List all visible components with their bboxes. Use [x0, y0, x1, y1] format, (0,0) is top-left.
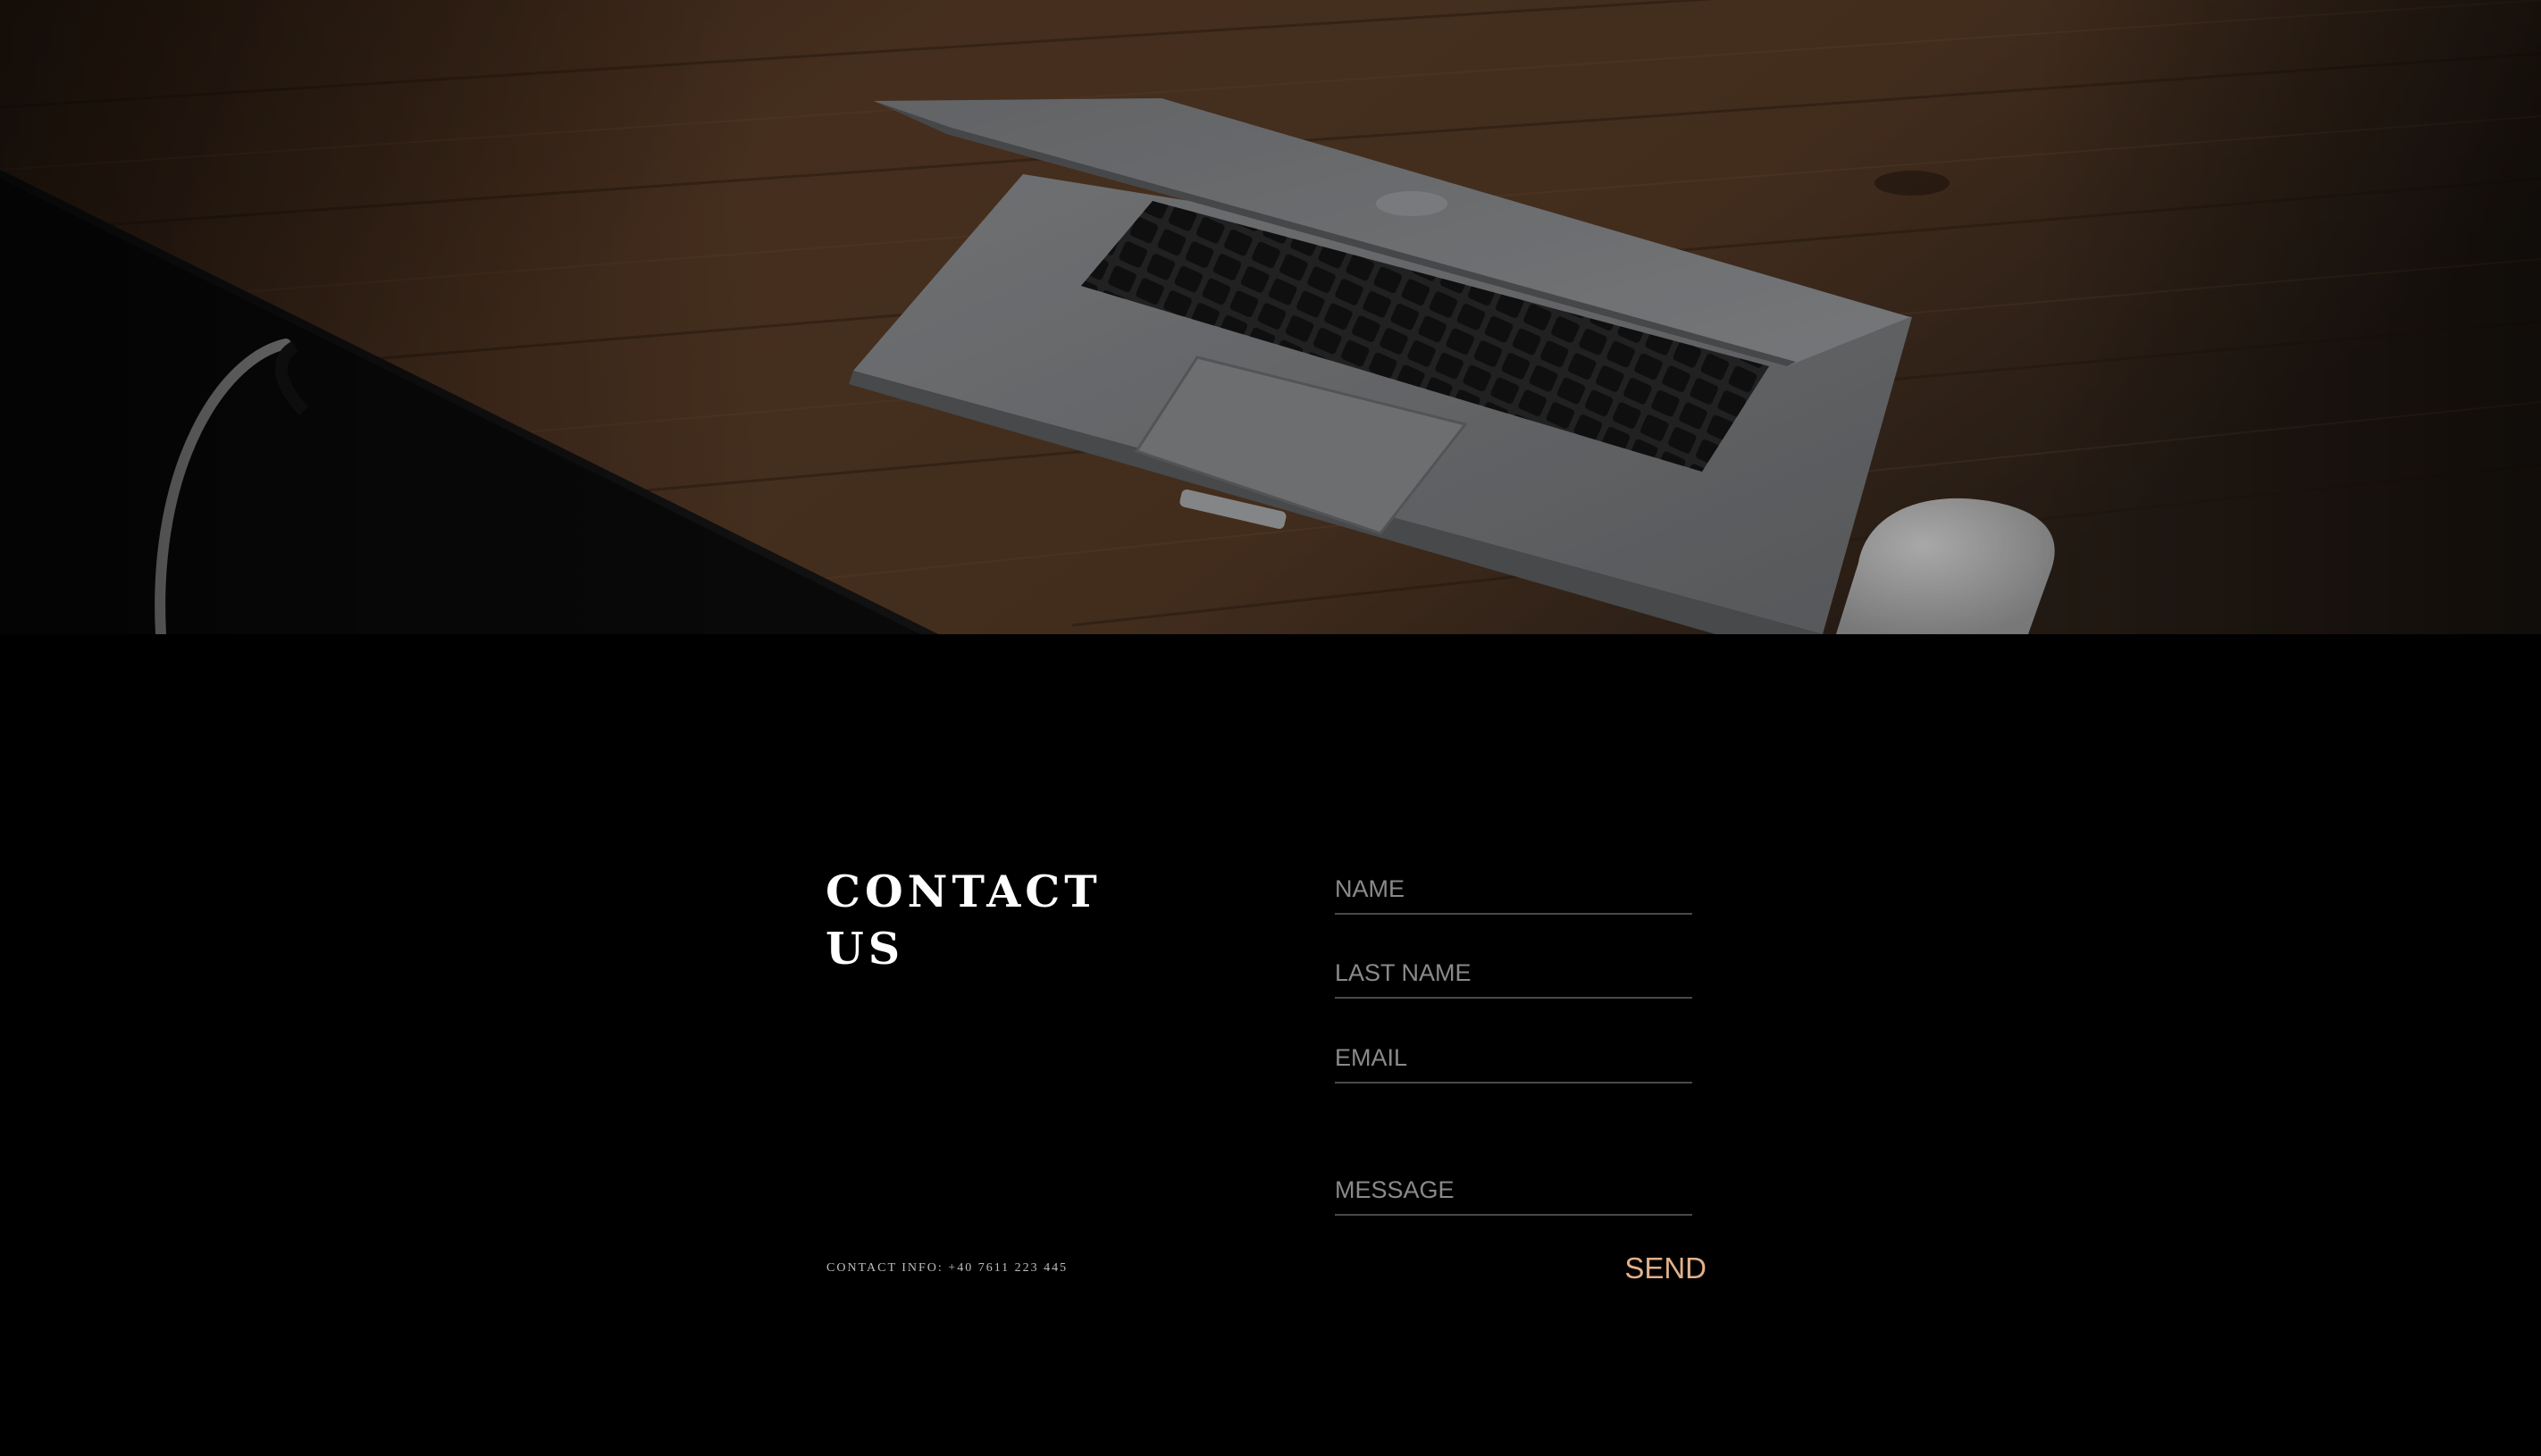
contact-heading: CONTACT US — [826, 863, 1201, 977]
contact-heading-line2: US — [826, 923, 905, 975]
contact-heading-line1: CONTACT — [826, 866, 1102, 917]
hero-image — [0, 0, 2541, 634]
contact-info-text: CONTACT INFO: +40 7611 223 445 — [826, 1261, 1069, 1275]
contact-section: CONTACT US CONTACT INFO: +40 7611 223 44… — [0, 634, 2541, 1456]
email-input[interactable] — [1335, 1033, 1692, 1084]
name-input[interactable] — [1335, 865, 1692, 915]
laptop-desk-photo — [0, 0, 2541, 634]
message-input[interactable] — [1335, 1166, 1692, 1216]
last-name-input[interactable] — [1335, 949, 1692, 999]
send-button[interactable]: SEND — [1608, 1245, 1707, 1292]
